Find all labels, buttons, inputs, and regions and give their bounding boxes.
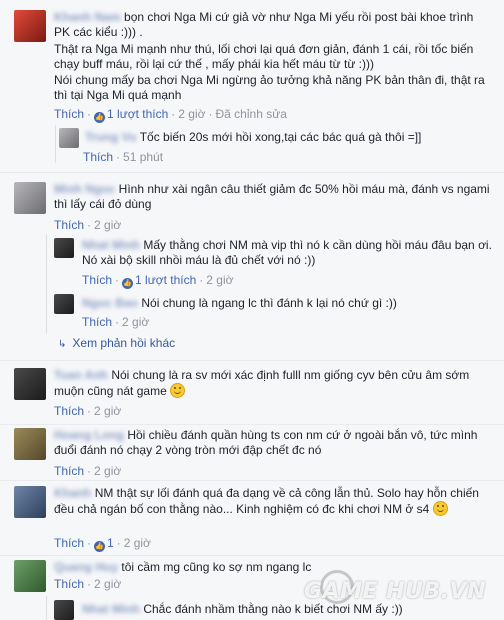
reply-thread-line [46,596,47,620]
author-name[interactable]: Ngoc Bao [82,296,138,311]
comment-text: Hoang Long Hồi chiều đánh quần hùng ts c… [54,428,478,457]
like-count-icon: 👍 [94,112,106,123]
like-button[interactable]: Thích [54,218,84,232]
divider [0,424,504,425]
author-name[interactable]: Hoang Long [54,428,124,443]
like-button[interactable]: Thích [82,315,112,329]
divider [0,360,504,361]
comment-2: Minh Ngoc Hình như xài ngân câu thiết gi… [14,182,494,232]
comment-text: Trung Vu Tốc biến 20s mới hồi xong,tại c… [85,130,422,145]
author-name[interactable]: Nhat Minh [82,602,140,617]
author-name[interactable]: Trung Vu [85,130,137,145]
comment-actions: Thích · 👍 1 lượt thích · 2 giờ [82,273,234,289]
comment-text-paragraph-3: Nói chung mấy ba chơi Nga Mi ngừng ảo tư… [54,73,485,102]
avatar[interactable] [54,238,74,258]
like-count[interactable]: 1 [107,536,114,550]
author-name[interactable]: Khanh Nam [54,10,121,25]
reply-2: Nhat Minh Mấy thằng chơi NM mà vip thì n… [54,238,494,290]
comment-actions: Thích · 👍 1 lượt thích · 2 giờ · Đã chỉnh sửa [54,107,287,123]
reply-1: Trung Vu Tốc biến 20s mới hồi xong,tại c… [57,128,497,164]
comment-text: Nhat Minh Chắc đánh nhầm thằng nào k biế… [82,602,403,617]
author-name[interactable]: Minh Ngoc [54,182,115,197]
author-name[interactable]: Khanh [54,486,91,501]
like-button[interactable]: Thích [82,273,112,287]
comment-actions: Thích · 2 giờ [54,464,122,478]
timestamp[interactable]: 51 phút [123,150,163,164]
author-name[interactable]: Quang Huy [54,560,118,575]
comment-text: Khanh Nam bọn chơi Nga Mi cứ giả vờ như … [54,10,474,39]
timestamp[interactable]: 2 giờ [124,536,151,550]
timestamp[interactable]: 2 giờ [122,315,149,329]
edited-label[interactable]: Đã chỉnh sửa [216,107,287,121]
author-name[interactable]: Nhat Minh [82,238,140,253]
avatar[interactable] [54,600,74,620]
comment-actions: Thích · 2 giờ [54,577,122,591]
avatar[interactable] [14,428,46,460]
timestamp[interactable]: 2 giờ [94,404,121,418]
like-button[interactable]: Thích [54,536,84,550]
comment-thread: Khanh Nam bọn chơi Nga Mi cứ giả vờ như … [0,0,504,620]
divider [0,480,504,481]
comment-text: Quang Huy tôi cầm mg cũng ko sợ nm ngang… [54,560,312,575]
comment-actions: Thích · 👍 1 · 2 giờ [54,536,151,552]
like-button[interactable]: Thích [54,404,84,418]
comment-actions: Thích · 51 phút [83,150,164,164]
comment-text: Ngoc Bao Nói chung là ngang lc thì đánh … [82,296,397,311]
reply-3: Ngoc Bao Nói chung là ngang lc thì đánh … [54,294,494,330]
smiley-emoji-icon [432,501,448,516]
like-button[interactable]: Thích [83,150,113,164]
reply-thread-line [55,125,56,163]
comment-text-paragraph-2: Thật ra Nga Mi mạnh như thú, lối chơi lạ… [54,42,474,71]
comment-actions: Thích · 2 giờ [54,218,122,232]
timestamp[interactable]: 2 giờ [178,107,205,121]
comment-actions: Thích · 2 giờ [82,315,150,329]
view-more-replies-link[interactable]: ↳ Xem phản hồi khác [58,336,175,350]
timestamp[interactable]: 2 giờ [94,218,121,232]
comment-text: Minh Ngoc Hình như xài ngân câu thiết gi… [54,182,490,211]
like-button[interactable]: Thích [54,577,84,591]
comment-text: Tuan Anh Nói chung là ra sv mới xác định… [54,368,470,398]
avatar[interactable] [14,10,46,42]
comment-actions: Thích · 2 giờ [54,404,122,418]
like-count-icon: 👍 [122,278,134,289]
reply-arrow-icon: ↳ [58,339,67,350]
smiley-emoji-icon [170,383,186,398]
like-count-icon: 👍 [94,541,106,552]
like-count[interactable]: 1 lượt thích [135,273,196,287]
reply-thread-line [46,234,47,334]
author-name[interactable]: Tuan Anh [54,368,108,383]
like-button[interactable]: Thích [54,464,84,478]
timestamp[interactable]: 2 giờ [206,273,233,287]
avatar[interactable] [14,486,46,518]
comment-5: Khanh NM thật sự lối đánh quá đa dạng về… [14,486,494,554]
like-button[interactable]: Thích [54,107,84,121]
avatar[interactable] [14,560,46,592]
timestamp[interactable]: 2 giờ [94,464,121,478]
divider [0,172,504,173]
avatar[interactable] [59,128,79,148]
comment-text: Khanh NM thật sự lối đánh quá đa dạng về… [54,486,479,516]
divider [0,555,504,556]
avatar[interactable] [54,294,74,314]
like-count[interactable]: 1 lượt thích [107,107,168,121]
comment-1: Khanh Nam bọn chơi Nga Mi cứ giả vờ như … [14,10,494,140]
comment-text: Nhat Minh Mấy thằng chơi NM mà vip thì n… [82,238,492,267]
comment-4: Hoang Long Hồi chiều đánh quần hùng ts c… [14,428,494,484]
timestamp[interactable]: 2 giờ [94,577,121,591]
comment-3: Tuan Anh Nói chung là ra sv mới xác định… [14,368,494,420]
avatar[interactable] [14,182,46,214]
watermark: GAME HUB.VN [303,579,486,604]
avatar[interactable] [14,368,46,400]
